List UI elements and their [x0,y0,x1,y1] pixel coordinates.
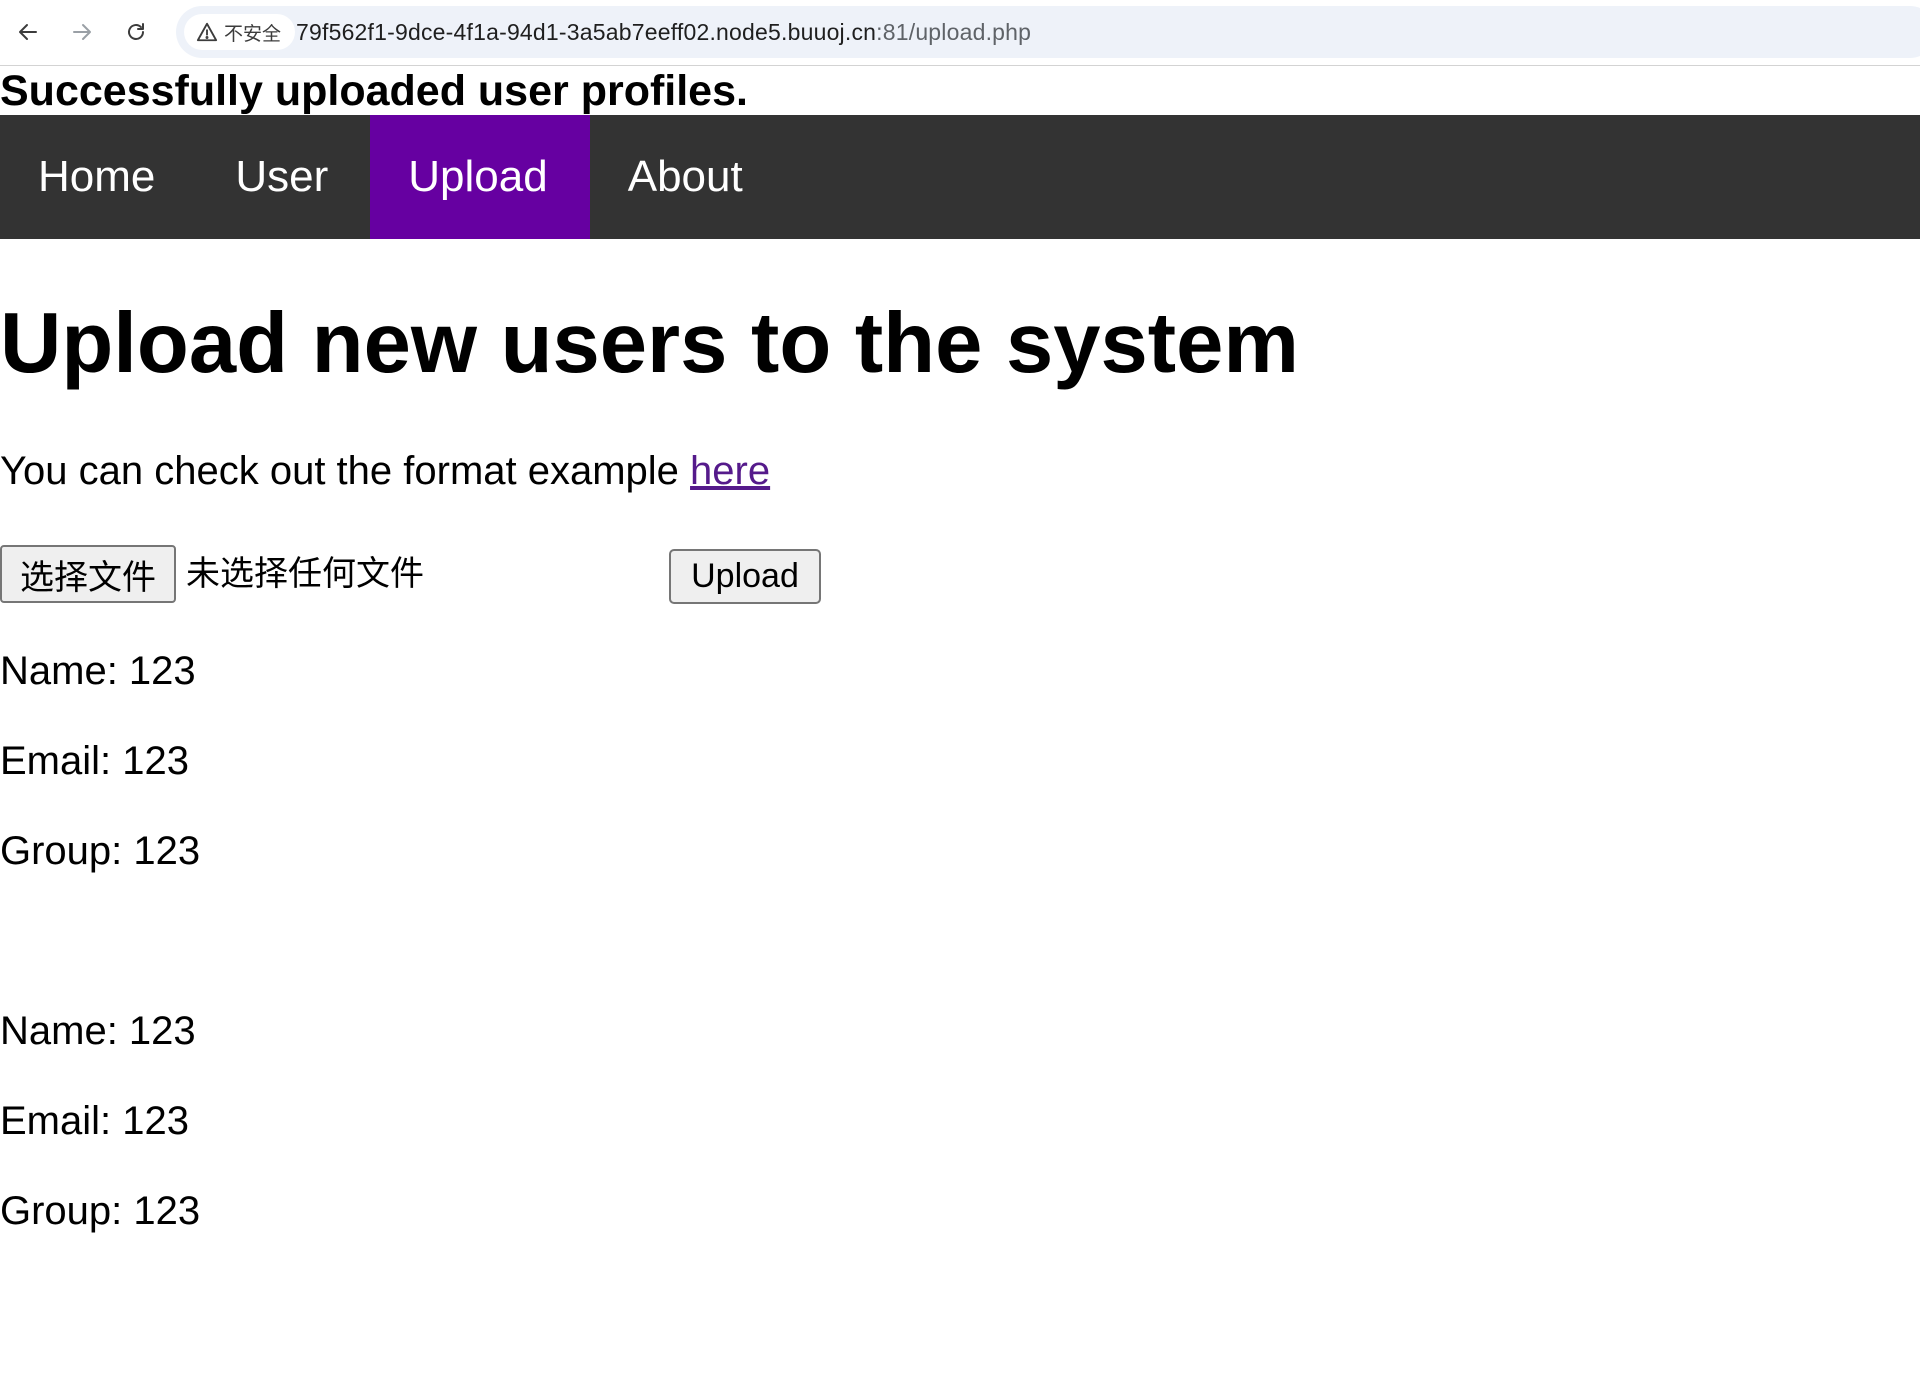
format-hint: You can check out the format example her… [0,446,770,496]
user-name: Name: 123 [0,1009,196,1053]
user-group: Group: 123 [0,829,201,873]
url-host: 79f562f1-9dce-4f1a-94d1-3a5ab7eeff02.nod… [296,19,877,45]
page-title: Upload new users to the system [0,296,1299,391]
reload-icon [128,23,144,40]
choose-file-button[interactable]: 选择文件 [0,545,176,603]
back-button[interactable] [10,14,46,50]
upload-button[interactable]: Upload [669,549,821,604]
file-status: 未选择任何文件 [186,554,424,594]
user-email: Email: 123 [0,739,189,783]
nav-item-upload[interactable]: Upload [370,115,590,239]
warning-icon [196,22,218,42]
flash-message: Successfully uploaded user profiles. [0,67,748,115]
url-path: :81/upload.php [876,19,1032,45]
security-indicator[interactable]: 不安全 [184,14,296,50]
reload-button[interactable] [118,14,154,50]
top-nav: Home User Upload About [0,115,1920,239]
arrow-left-icon [19,24,37,40]
user-group: Group: 123 [0,1189,201,1233]
user-email: Email: 123 [0,1099,189,1143]
format-example-link[interactable]: here [690,449,770,493]
nav-item-about[interactable]: About [590,115,785,239]
browser-toolbar: 不安全 79f562f1-9dce-4f1a-94d1-3a5ab7eeff02… [0,0,1920,66]
nav-item-user[interactable]: User [197,115,370,239]
security-label: 不安全 [224,22,282,45]
nav-item-home[interactable]: Home [0,115,197,239]
format-hint-text: You can check out the format example [0,449,691,493]
url-text[interactable]: 79f562f1-9dce-4f1a-94d1-3a5ab7eeff02.nod… [296,6,1031,58]
address-bar[interactable]: 不安全 79f562f1-9dce-4f1a-94d1-3a5ab7eeff02… [176,6,1920,58]
user-name: Name: 123 [0,649,196,693]
forward-button[interactable] [64,14,100,50]
arrow-right-icon [73,24,91,40]
